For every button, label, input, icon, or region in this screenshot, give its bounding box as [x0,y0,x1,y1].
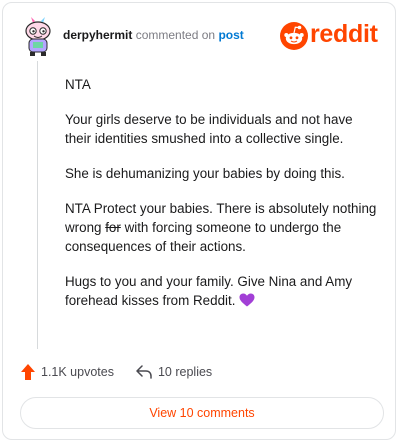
purple-heart-icon [239,293,255,307]
comment-paragraph: NTA Protect your babies. There is absolu… [65,199,381,256]
replies-button[interactable]: 10 replies [136,365,212,379]
user-avatar[interactable] [21,17,55,57]
commented-on-text: commented on [135,28,216,42]
strikethrough-text: for [105,220,121,235]
comment-paragraph: Hugs to you and your family. Give Nina a… [65,272,381,310]
username-link[interactable]: derpyhermit [63,28,132,42]
upvote-arrow-icon [21,364,35,380]
reddit-wordmark: reddit [310,20,378,48]
comment-paragraph: Your girls deserve to be individuals and… [65,112,353,146]
comment-card: derpyhermit commented on post reddit NTA… [2,2,396,440]
reddit-logo: reddit [280,20,388,53]
reply-count: 10 replies [157,365,213,379]
reddit-snoo-icon [280,22,308,50]
comment-body: NTA Your girls deserve to be individuals… [65,75,381,326]
view-comments-button[interactable]: View 10 comments [20,397,384,429]
comment-actions: 1.1K upvotes 10 replies [21,364,212,380]
upvote-button[interactable]: 1.1K upvotes [21,364,114,380]
comment-text: Hugs to you and your family. Give Nina a… [65,274,353,308]
post-link[interactable]: post [218,28,243,42]
comment-paragraph: NTA [65,77,91,92]
comment-header: derpyhermit commented on post [63,28,244,42]
comment-paragraph: She is dehumanizing your babies by doing… [65,166,345,181]
thread-line [37,61,38,349]
upvote-count: 1.1K upvotes [41,365,114,379]
reply-arrow-icon [136,365,152,379]
